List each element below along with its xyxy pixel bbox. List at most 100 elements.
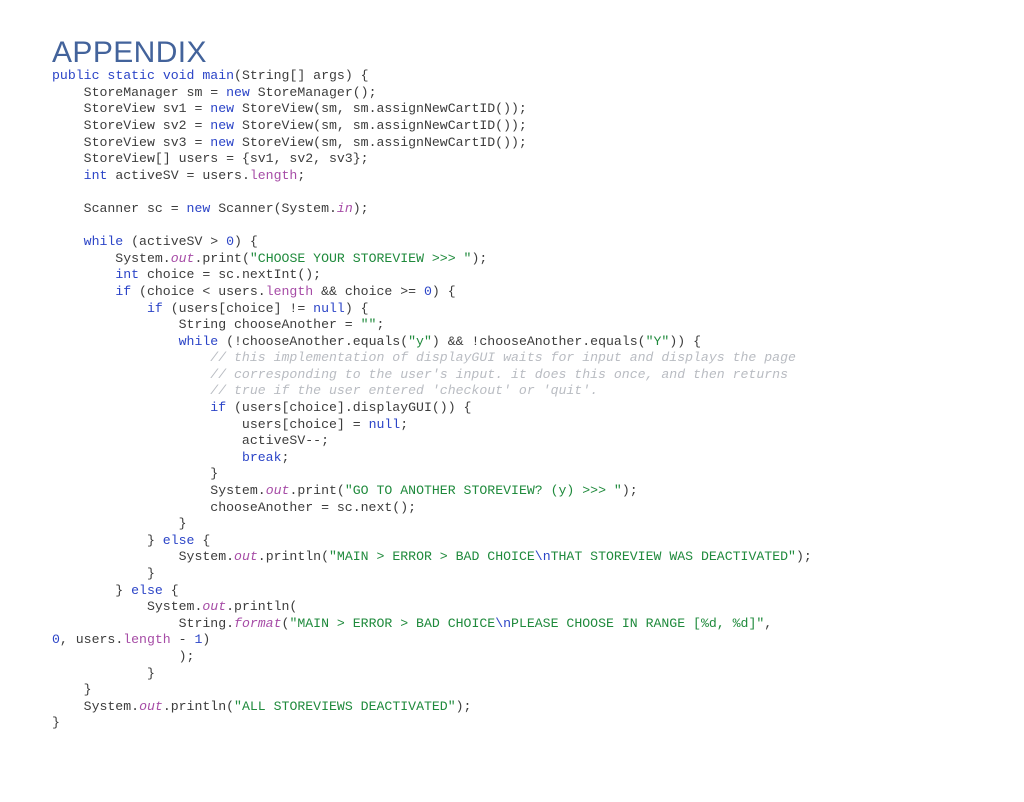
code-line: activeSV--; (52, 433, 1012, 450)
code-token-str: "ALL STOREVIEWS DEACTIVATED" (234, 698, 456, 714)
code-line: chooseAnother = sc.next(); (52, 500, 1012, 517)
code-token-kw: null (368, 416, 401, 432)
code-token-mem: length (249, 167, 298, 183)
code-token-pln: .print( (289, 483, 345, 499)
code-token-pln: activeSV--; (52, 433, 329, 449)
code-line: if (users[choice].displayGUI()) { (52, 400, 1012, 417)
code-token-kw: null (313, 300, 345, 316)
code-line: StoreView[] users = {sv1, sv2, sv3}; (52, 151, 1012, 168)
code-token-pln: StoreView[] users = {sv1, sv2, sv3}; (52, 151, 369, 167)
code-token-pln: .print( (194, 250, 250, 266)
code-token-str: "" (360, 317, 377, 333)
code-token-pln: StoreView(sm, sm.assignNewCartID()); (234, 101, 527, 117)
code-token-pln: StoreView(sm, sm.assignNewCartID()); (234, 117, 527, 133)
code-token-pln: System. (52, 549, 235, 565)
code-token-pln: { (162, 582, 179, 598)
code-token-kw: while (178, 333, 219, 349)
code-token-kw: break (241, 449, 282, 465)
code-token-pln: choice = sc.nextInt(); (139, 267, 322, 283)
code-token-fld: out (202, 599, 227, 615)
code-token-pln: StoreManager(); (249, 84, 377, 100)
code-token-pln: && choice >= (313, 283, 424, 299)
code-token-str: PLEASE CHOOSE IN RANGE [%d, %d]" (511, 615, 765, 631)
code-token-pln: System. (52, 698, 140, 714)
code-token-pln: ); (621, 483, 638, 499)
code-token-pln: ) { (234, 234, 258, 250)
code-line: System.out.print("CHOOSE YOUR STOREVIEW … (52, 251, 1012, 268)
code-token-fld: out (265, 483, 290, 499)
code-token-str: "MAIN > ERROR > BAD CHOICE (329, 549, 535, 565)
code-token-pln: } (52, 516, 187, 532)
code-line: } (52, 466, 1012, 483)
code-token-pln: } (52, 566, 155, 581)
code-token-str: "y" (408, 333, 432, 349)
code-token-fld: format (234, 615, 282, 631)
code-token-str: "MAIN > ERROR > BAD CHOICE (289, 615, 496, 631)
code-line: if (choice < users.length && choice >= 0… (52, 284, 1012, 301)
code-token-pln: } (52, 665, 155, 681)
code-token-mem: length (123, 632, 171, 648)
code-line: ); (52, 649, 1012, 666)
code-line: int activeSV = users.length; (52, 168, 1012, 185)
code-token-fld: out (139, 698, 163, 714)
code-line: } else { (52, 533, 1012, 550)
code-token-pln: (users[choice] != (162, 300, 314, 316)
code-token-pln: ); (352, 200, 369, 216)
code-token-pln: ; (376, 317, 385, 333)
code-line: // this implementation of displayGUI wai… (52, 350, 1012, 367)
code-token-pln: ); (471, 250, 488, 266)
code-token-kw: new (210, 134, 235, 150)
code-line: users[choice] = null; (52, 417, 1012, 434)
code-line: StoreView sv1 = new StoreView(sm, sm.ass… (52, 101, 1012, 118)
code-token-mem: length (265, 283, 314, 299)
code-token-pln: } (52, 682, 92, 698)
code-line: } (52, 715, 1012, 732)
code-token-pln: Scanner(System. (210, 200, 337, 216)
code-line: System.out.println( (52, 599, 1012, 616)
code-line: while (activeSV > 0) { (52, 234, 1012, 251)
code-token-pln: , (764, 615, 773, 631)
code-line: Scanner sc = new Scanner(System.in); (52, 201, 1012, 218)
code-line: } else { (52, 583, 1012, 600)
code-token-kw: public (52, 68, 100, 84)
code-token-pln: .println( (162, 698, 235, 714)
code-token-pln (52, 301, 147, 316)
code-token-kw: static (107, 68, 155, 84)
code-line: int choice = sc.nextInt(); (52, 267, 1012, 284)
code-token-pln: users[choice] = (52, 416, 369, 432)
code-line: 0, users.length - 1) (52, 632, 1012, 649)
code-token-pln: ) && !chooseAnother.equals( (431, 333, 646, 349)
code-token-str: THAT STOREVIEW WAS DEACTIVATED" (550, 549, 796, 565)
code-token-pln: StoreView sv1 = (52, 101, 211, 117)
code-line: } (52, 516, 1012, 533)
code-line: if (users[choice] != null) { (52, 301, 1012, 318)
code-token-pln: StoreView(sm, sm.assignNewCartID()); (234, 134, 527, 150)
code-token-pln: StoreView sv2 = (52, 117, 211, 133)
code-token-pln: } (52, 715, 60, 731)
code-line: StoreView sv3 = new StoreView(sm, sm.ass… (52, 135, 1012, 152)
code-line: String chooseAnother = ""; (52, 317, 1012, 334)
code-line: } (52, 666, 1012, 683)
code-token-kw: new (186, 200, 211, 216)
code-token-pln: System. (52, 599, 203, 615)
code-line: while (!chooseAnother.equals("y") && !ch… (52, 334, 1012, 351)
code-token-pln: ) { (344, 300, 369, 316)
code-token-pln: activeSV = users. (107, 167, 250, 183)
java-code-listing: public static void main(String[] args) {… (52, 68, 1012, 732)
code-token-pln (52, 168, 84, 183)
code-token-fld: out (234, 549, 258, 565)
code-token-kw: if (210, 400, 227, 416)
code-token-pln: } (52, 466, 219, 482)
code-line: // true if the user entered 'checkout' o… (52, 383, 1012, 400)
code-line: String.format("MAIN > ERROR > BAD CHOICE… (52, 616, 1012, 633)
code-token-pln: ); (455, 698, 472, 714)
code-token-kw: main (202, 68, 235, 84)
code-token-pln: StoreManager sm = (52, 84, 227, 100)
code-line: System.out.print("GO TO ANOTHER STOREVIE… (52, 483, 1012, 500)
code-token-kw: new (210, 101, 235, 117)
code-token-cmt: // corresponding to the user's input. it… (52, 366, 788, 382)
code-token-pln (52, 284, 115, 299)
code-token-pln: StoreView sv3 = (52, 134, 211, 150)
code-token-kw: int (83, 167, 108, 183)
